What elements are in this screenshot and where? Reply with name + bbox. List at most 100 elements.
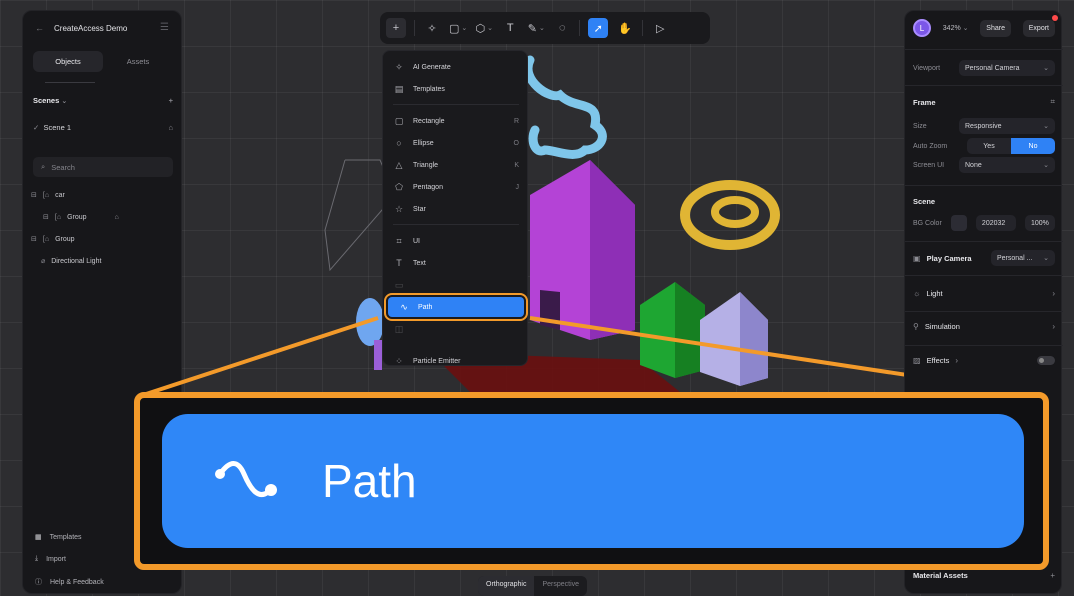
shortcut-key: R bbox=[513, 117, 519, 125]
collapse-icon[interactable]: ⊟ bbox=[43, 213, 49, 221]
play-icon[interactable]: ▷ bbox=[651, 18, 669, 38]
hand-icon[interactable]: ✋ bbox=[616, 18, 634, 38]
templates-link[interactable]: ▦ Templates bbox=[35, 533, 82, 542]
menu-item-templates[interactable]: ▤ Templates bbox=[383, 79, 529, 99]
tree-item[interactable]: ⌀ Directional Light bbox=[41, 257, 102, 266]
scene-list-item[interactable]: ✓ Scene 1 ⌂ bbox=[33, 123, 173, 132]
sparkle-icon[interactable]: ✧ bbox=[423, 18, 441, 38]
auto-zoom-yes[interactable]: Yes bbox=[967, 138, 1011, 154]
menu-item-text[interactable]: T Text bbox=[383, 253, 529, 273]
pentagon-icon: ⬠ bbox=[395, 181, 403, 192]
chevron-down-icon: ⌄ bbox=[1043, 162, 1049, 169]
lock-icon[interactable]: ⌂ bbox=[115, 214, 119, 221]
menu-item-label: AI Generate bbox=[413, 63, 451, 71]
light-row[interactable]: ☼ Light › bbox=[913, 289, 1055, 298]
pen-tool[interactable]: ✎ ⌄ bbox=[527, 18, 545, 38]
menu-item-label: Pentagon bbox=[413, 183, 443, 191]
collapse-icon[interactable]: ⊟ bbox=[31, 235, 37, 243]
home-icon[interactable]: ⌂ bbox=[168, 123, 173, 132]
viewport-select[interactable]: Personal Camera ⌄ bbox=[959, 60, 1055, 76]
frame-heading: Frame bbox=[913, 97, 936, 107]
tree-item-label: Group bbox=[55, 235, 75, 243]
scenes-label: Scenes bbox=[33, 96, 60, 105]
tree-item-label: car bbox=[55, 191, 65, 199]
bg-color-hex[interactable]: 202032 bbox=[975, 215, 1016, 231]
auto-zoom-no[interactable]: No bbox=[1011, 138, 1055, 154]
tree-item[interactable]: ⊟ [⌂ car bbox=[31, 191, 65, 200]
size-label: Size bbox=[913, 122, 927, 130]
chevron-right-icon: › bbox=[1052, 322, 1055, 331]
menu-item-ai-generate[interactable]: ✧ AI Generate bbox=[383, 57, 529, 77]
share-button[interactable]: Share bbox=[980, 19, 1011, 37]
tab-assets[interactable]: Assets bbox=[103, 51, 173, 72]
collapse-icon[interactable]: ⊟ bbox=[31, 191, 37, 199]
color-swatch[interactable] bbox=[950, 215, 967, 231]
select-tool[interactable]: ➚ bbox=[588, 18, 609, 38]
divider bbox=[905, 185, 1063, 186]
tree-item-label: Directional Light bbox=[51, 257, 102, 265]
export-button[interactable]: Export bbox=[1022, 19, 1055, 37]
screen-ui-value: None bbox=[965, 161, 982, 169]
zoom-value: 342% bbox=[942, 25, 961, 32]
bg-color-row: BG Color 202032 100% bbox=[913, 215, 1055, 231]
help-link[interactable]: ⓘ Help & Feedback bbox=[35, 577, 104, 587]
import-link[interactable]: ⤓ Import bbox=[35, 555, 66, 563]
tree-item[interactable]: ⊟ [⌂ Group ⌂ bbox=[43, 213, 119, 222]
chevron-down-icon: ⌄ bbox=[461, 25, 468, 32]
comment-icon[interactable]: ◌ bbox=[553, 18, 571, 38]
size-select[interactable]: Responsive ⌄ bbox=[959, 118, 1055, 134]
3d-object-tool[interactable]: ⬡ ⌄ bbox=[475, 18, 493, 38]
menu-icon[interactable]: ☰ bbox=[160, 22, 169, 33]
menu-item-pentagon[interactable]: ⬠ Pentagon J bbox=[383, 177, 529, 197]
tab-objects[interactable]: Objects bbox=[33, 50, 103, 72]
divider bbox=[905, 85, 1063, 86]
material-assets-label: Material Assets bbox=[913, 571, 968, 580]
shortcut-key: K bbox=[514, 161, 519, 169]
play-camera-select[interactable]: Personal ... ⌄ bbox=[991, 250, 1055, 266]
screen-ui-select[interactable]: None ⌄ bbox=[959, 157, 1055, 173]
project-title[interactable]: CreateAccess Demo bbox=[54, 24, 127, 33]
shape-tool[interactable]: ▢ ⌄ bbox=[449, 18, 467, 38]
simulation-icon: ⚲ bbox=[913, 322, 919, 331]
size-row: Size Responsive ⌄ bbox=[913, 118, 1055, 134]
bulb-icon: ☼ bbox=[913, 289, 921, 298]
divider bbox=[905, 345, 1063, 346]
effects-label[interactable]: Effects bbox=[927, 356, 950, 365]
zoom-level[interactable]: 342% ⌄ bbox=[943, 24, 969, 32]
chevron-down-icon: ⌄ bbox=[1043, 65, 1049, 72]
light-label: Light bbox=[926, 289, 943, 298]
chevron-down-icon: ⌄ bbox=[538, 25, 545, 32]
effects-toggle[interactable] bbox=[1037, 356, 1055, 365]
back-arrow-icon[interactable]: ← bbox=[35, 23, 44, 33]
menu-item-obscured[interactable]: ▭ bbox=[383, 275, 529, 295]
menu-item-rectangle[interactable]: ▢ Rectangle R bbox=[383, 111, 529, 131]
menu-item-path[interactable]: ∿ Path bbox=[384, 293, 528, 321]
search-input[interactable]: ⌕ Search bbox=[33, 157, 173, 177]
scenes-dropdown[interactable]: Scenes ⌄ bbox=[33, 96, 67, 105]
menu-item-obscured[interactable]: ◫ bbox=[383, 319, 529, 339]
templates-icon: ▦ bbox=[35, 534, 42, 541]
divider bbox=[905, 275, 1063, 276]
material-assets-row: Material Assets + bbox=[913, 571, 1055, 580]
menu-item-particle-emitter[interactable]: ⁘ Particle Emitter bbox=[383, 351, 529, 371]
bg-color-opacity[interactable]: 100% bbox=[1024, 215, 1055, 231]
path-icon: ∿ bbox=[400, 301, 408, 312]
menu-item-star[interactable]: ☆ Star bbox=[383, 199, 529, 219]
orthographic-button[interactable]: Orthographic bbox=[478, 576, 535, 596]
simulation-row[interactable]: ⚲ Simulation › bbox=[913, 322, 1055, 331]
menu-divider bbox=[393, 224, 519, 225]
add-button[interactable]: + bbox=[386, 18, 406, 38]
tree-item[interactable]: ⊟ [⌂ Group bbox=[31, 235, 75, 244]
add-icon[interactable]: + bbox=[1050, 571, 1055, 580]
avatar[interactable]: L bbox=[913, 19, 931, 37]
play-camera-label: Play Camera bbox=[926, 253, 972, 263]
perspective-button[interactable]: Perspective bbox=[534, 576, 587, 596]
menu-item-triangle[interactable]: △ Triangle K bbox=[383, 155, 529, 175]
camera-icon: ▣ bbox=[913, 253, 921, 263]
menu-item-ellipse[interactable]: ○ Ellipse O bbox=[383, 133, 529, 153]
menu-item-ui[interactable]: ⌗ UI bbox=[383, 231, 529, 251]
search-icon: ⌕ bbox=[41, 162, 46, 171]
text-tool[interactable]: T bbox=[501, 18, 519, 38]
frame-icon[interactable]: ⌗ bbox=[1050, 97, 1055, 107]
add-scene-icon[interactable]: + bbox=[169, 96, 173, 105]
